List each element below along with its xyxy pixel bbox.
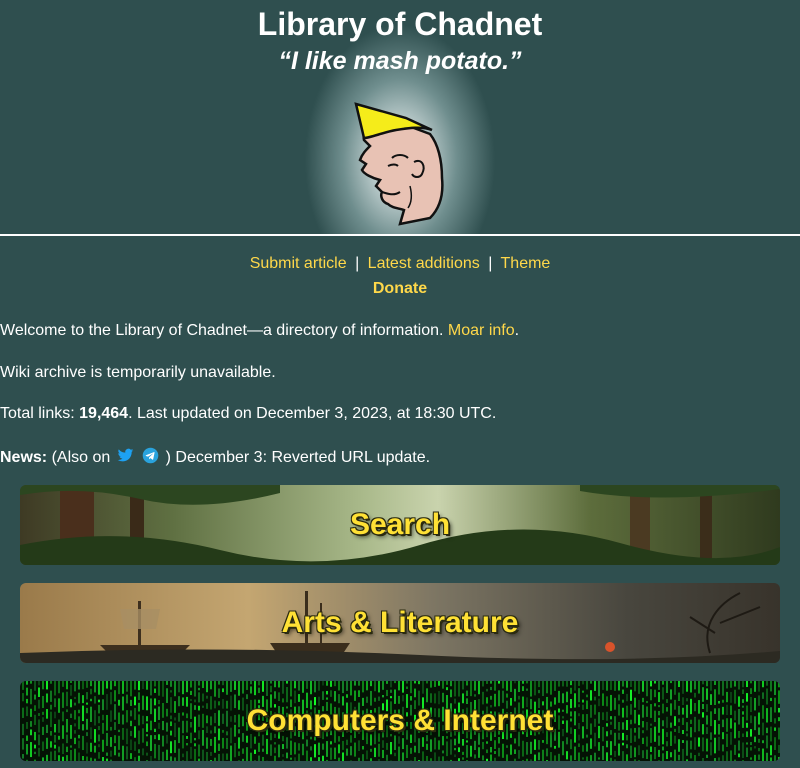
wiki-notice: Wiki archive is temporarily unavailable. xyxy=(0,364,276,381)
site-header: Library of Chadnet “I like mash potato.” xyxy=(0,0,800,234)
nav-separator: | xyxy=(355,255,360,272)
telegram-icon[interactable] xyxy=(142,447,159,464)
category-search[interactable]: Search xyxy=(20,485,780,565)
category-arts-literature[interactable]: Arts & Literature xyxy=(20,583,780,663)
total-links-count: 19,464 xyxy=(79,405,129,422)
main-nav: Submit article | Latest additions | Them… xyxy=(0,255,800,273)
welcome-message: Welcome to the Library of Chadnet—a dire… xyxy=(0,322,444,339)
category-label: Computers & Internet xyxy=(246,704,554,737)
site-tagline: “I like mash potato.” xyxy=(278,47,522,75)
stats-suffix: . Last updated on December 3, 2023, at 1… xyxy=(128,405,497,422)
site-title: Library of Chadnet xyxy=(257,6,543,42)
header-divider xyxy=(0,234,800,236)
news-close-paren: ) xyxy=(165,449,171,466)
latest-additions-link[interactable]: Latest additions xyxy=(368,255,480,272)
twitter-icon[interactable] xyxy=(117,447,134,464)
news-line: News: (Also on ) December 3: Reverted UR… xyxy=(0,447,430,467)
stats-line: Total links: 19,464. Last updated on Dec… xyxy=(0,405,496,423)
donate-link[interactable]: Donate xyxy=(373,280,427,297)
theme-link[interactable]: Theme xyxy=(501,255,551,272)
category-label: Arts & Literature xyxy=(281,606,519,639)
submit-article-link[interactable]: Submit article xyxy=(250,255,347,272)
news-text: December 3: Reverted URL update. xyxy=(175,449,431,466)
moar-info-link[interactable]: Moar info xyxy=(448,322,515,339)
category-label: Search xyxy=(349,508,451,541)
nav-separator: | xyxy=(488,255,493,272)
news-label: News: xyxy=(0,449,48,466)
news-also-on: (Also on xyxy=(51,449,111,466)
category-computers-internet[interactable]: Computers & Internet xyxy=(20,681,780,761)
welcome-period: . xyxy=(514,322,520,339)
donate-row: Donate xyxy=(0,280,800,298)
stats-prefix: Total links: xyxy=(0,405,80,422)
chad-logo-icon xyxy=(354,102,444,226)
welcome-text: Welcome to the Library of Chadnet—a dire… xyxy=(0,322,519,340)
